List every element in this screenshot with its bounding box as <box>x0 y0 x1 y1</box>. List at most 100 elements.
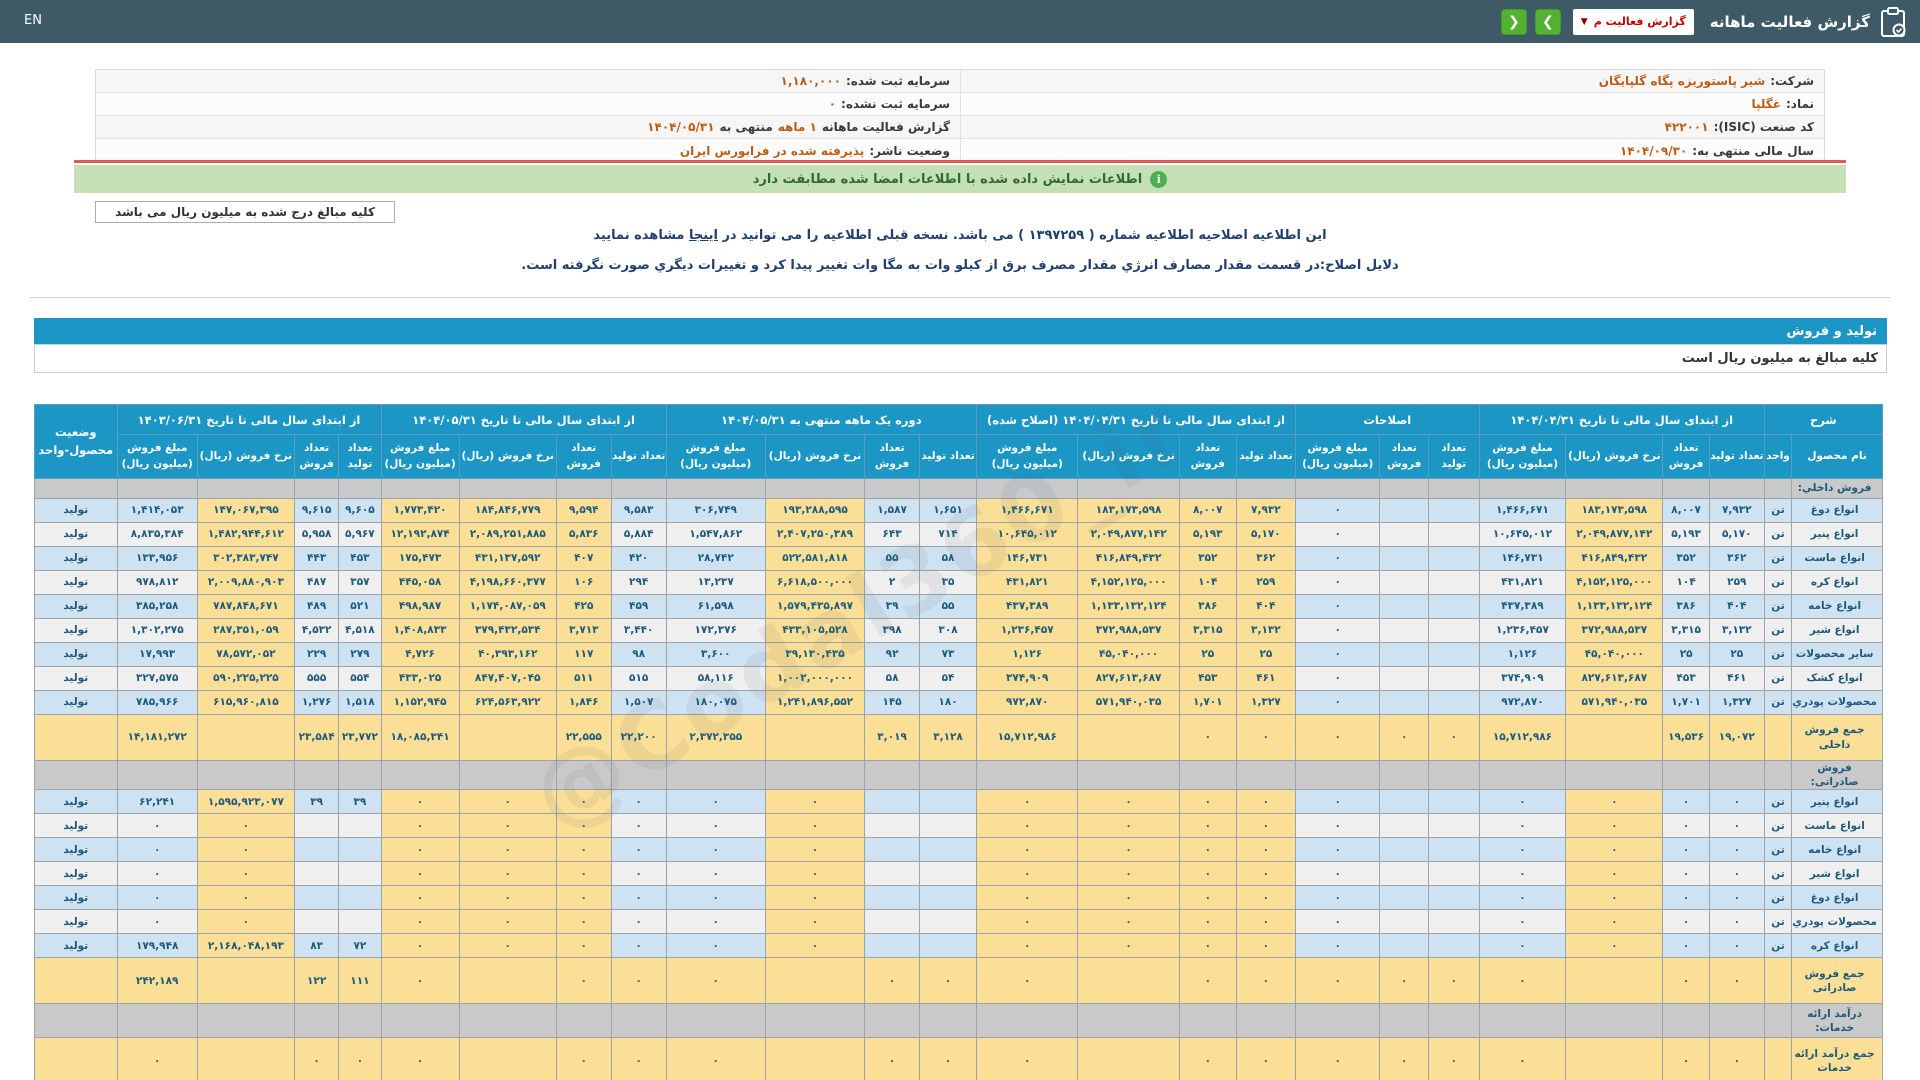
value-cell: ۰ <box>1662 837 1710 863</box>
product-name-cell: انواع دوغ <box>1791 885 1883 911</box>
value-cell: ۲,۰۸۹,۲۵۱,۸۸۵ <box>458 522 557 547</box>
status-cell: تولید <box>34 618 118 643</box>
value-cell: ۹۷۲,۸۷۰ <box>1478 690 1567 715</box>
value-cell: ۱,۲۷۶ <box>293 690 340 715</box>
value-cell: ۰ <box>610 957 667 1005</box>
info-row-symbol: نماد: غگلپا سرمایه ثبت نشده: ۰ <box>96 93 1824 116</box>
value-cell: ۷۸,۵۷۲,۰۵۲ <box>196 642 295 667</box>
product-name-cell: انواع پنیر <box>1791 522 1883 547</box>
next-report-button[interactable]: ❯ <box>1534 8 1561 35</box>
value-cell: ۰ <box>1708 933 1765 959</box>
previous-announcement-link[interactable]: اینجا <box>689 228 718 243</box>
report-type-dropdown[interactable]: گزارش فعالیت م ▼ <box>1572 8 1694 35</box>
value-cell <box>764 1037 866 1080</box>
value-cell: ۰ <box>1478 885 1567 911</box>
value-cell: ۴,۱۵۲,۱۲۵,۰۰۰ <box>1077 570 1180 595</box>
column-group-header: از ابتدای سال مالی تا تاریخ ۱۴۰۴/۰۴/۳۱ <box>1478 404 1765 435</box>
value-cell: ۳۷۴,۹۰۹ <box>976 666 1079 691</box>
value-cell: ۳۷۴,۹۰۹ <box>1478 666 1567 691</box>
value-cell: ۱,۱۳۳,۱۳۲,۱۲۴ <box>1565 594 1664 619</box>
value-cell <box>338 837 382 863</box>
column-header: واحد <box>1763 434 1793 479</box>
table-cell <box>338 1003 382 1039</box>
value-cell: ۵۵ <box>919 594 978 619</box>
value-cell: ۰ <box>1565 789 1664 815</box>
column-header: تعداد تولید <box>610 434 667 479</box>
value-cell: ۰ <box>1294 813 1381 839</box>
value-cell: ۶۲,۲۴۱ <box>116 789 198 815</box>
value-cell: ۲۸,۷۴۲ <box>665 546 766 571</box>
value-cell: ۰ <box>1427 1037 1480 1080</box>
column-group-header: از ابتدای سال مالی تا تاریخ ۱۴۰۳/۰۶/۳۱ <box>116 404 382 435</box>
value-cell: ۰ <box>1478 909 1567 935</box>
value-cell <box>458 957 557 1005</box>
product-name-cell: انواع خامه <box>1791 837 1883 863</box>
previous-report-button[interactable]: ❮ <box>1500 8 1527 35</box>
column-header: تعداد تولید <box>919 434 978 479</box>
value-cell: ۵۵ <box>864 546 921 571</box>
value-cell <box>864 789 921 815</box>
table-header-groups: شرح از ابتدای سال مالی تا تاریخ ۱۴۰۴/۰۴/۳… <box>34 404 1884 479</box>
issuer-status-value: پذیرفته شده در فرابورس ایران <box>679 143 865 158</box>
value-cell: ۰ <box>1565 837 1664 863</box>
value-cell: ۳۶۲ <box>1235 546 1296 571</box>
table-cell <box>1235 759 1296 791</box>
table-row: انواع کره تن ۲۵۹ ۱۰۴ ۴,۱۵۲,۱۲۵,۰۰۰ ۴۳۱,۸۲۱ ۰ ۲۵… <box>34 570 1883 595</box>
unit-cell: تن <box>1763 498 1793 523</box>
value-cell: ۵۵۴ <box>338 666 382 691</box>
value-cell: ۳۹,۱۳۰,۴۳۵ <box>764 642 866 667</box>
value-cell: ۴۵۳ <box>1178 666 1237 691</box>
value-cell: ۰ <box>1294 837 1381 863</box>
value-cell <box>864 813 921 839</box>
column-header: مبلغ فروش (میلیون ریال) <box>380 434 460 479</box>
value-cell: ۴۴۵,۰۵۸ <box>380 570 460 595</box>
value-cell: ۰ <box>610 837 667 863</box>
column-header: نرخ فروش (ریال) <box>1565 434 1664 479</box>
value-cell <box>919 837 978 863</box>
status-cell: تولید <box>34 837 118 863</box>
value-cell: ۰ <box>1708 909 1765 935</box>
registered-capital-value: ۱,۱۸۰,۰۰۰ <box>780 74 841 88</box>
value-cell <box>1379 642 1429 667</box>
value-cell: ۰ <box>1294 594 1381 619</box>
table-cell <box>1427 759 1480 791</box>
table-cell <box>1077 478 1180 499</box>
value-cell: ۷۱۴ <box>919 522 978 547</box>
value-cell: ۰ <box>1565 933 1664 959</box>
value-cell: ۱۰,۶۴۵,۰۱۲ <box>1478 522 1567 547</box>
status-cell: تولید <box>34 885 118 911</box>
amendment-notice-tail: مشاهده نمایید <box>593 228 685 243</box>
product-name-cell: محصولات پودري <box>1791 690 1883 715</box>
value-cell: ۰ <box>458 813 557 839</box>
value-cell: ۳,۴۴۰ <box>610 618 667 643</box>
value-cell <box>1565 957 1664 1005</box>
value-cell: ۴۴۳ <box>293 546 340 571</box>
table-cell <box>196 478 295 499</box>
value-cell: ۰ <box>1178 909 1237 935</box>
language-switch-link[interactable]: EN <box>24 13 42 28</box>
symbol-value: غگلپا <box>1751 97 1781 111</box>
value-cell: ۱۰,۶۴۵,۰۱۲ <box>976 522 1079 547</box>
value-cell: ۰ <box>1708 813 1765 839</box>
value-cell: ۲,۰۴۹,۸۷۷,۱۴۲ <box>1565 522 1664 547</box>
value-cell: ۰ <box>116 885 198 911</box>
registered-capital-label: سرمایه ثبت شده: <box>845 74 950 88</box>
table-cell <box>1178 759 1237 791</box>
unit-cell: تن <box>1763 570 1793 595</box>
value-cell: ۲۲,۵۵۵ <box>555 714 612 761</box>
value-cell: ۰ <box>1294 861 1381 887</box>
value-cell: ۳۷۲,۹۸۸,۵۳۷ <box>1565 618 1664 643</box>
value-cell: ۲,۳۷۲,۳۵۵ <box>665 714 766 761</box>
value-cell <box>1427 594 1480 619</box>
value-cell: ۰ <box>1662 957 1710 1005</box>
amendment-notice-text: این اطلاعیه اصلاحیه اطلاعیه شماره ( ۱۳۹۷… <box>722 228 1327 243</box>
value-cell: ۷۸۷,۸۴۸,۶۷۱ <box>196 594 295 619</box>
status-cell <box>34 1037 118 1080</box>
value-cell <box>864 861 921 887</box>
table-cell <box>196 759 295 791</box>
info-cell-symbol: نماد: غگلپا <box>960 93 1824 115</box>
table-row: انواع کره تن ۰ ۰ ۰ ۰ ۰ ۰ ۰ ۰ ۰ ۰ ۰ ۰ ۰ ۰ ۰ ۷۲ ۸۳ ۲,۱۶۸,۰۴۸,… <box>34 933 1883 959</box>
value-cell: ۰ <box>1294 957 1381 1005</box>
info-row-fiscal-year: سال مالی منتهی به: ۱۴۰۴/۰۹/۳۰ وضعیت ناشر… <box>96 139 1824 162</box>
unit-cell: تن <box>1763 933 1793 959</box>
